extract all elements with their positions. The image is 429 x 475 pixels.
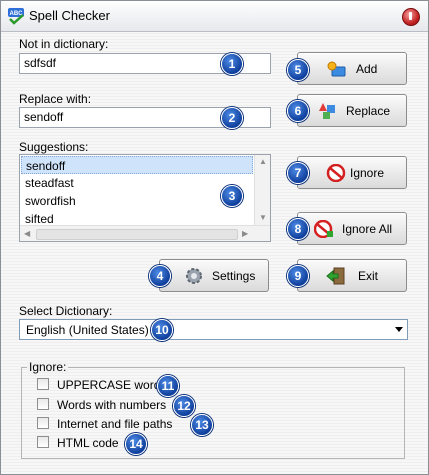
scroll-left-icon[interactable]: ◀ [24, 229, 30, 238]
list-item[interactable]: swordfish [21, 192, 253, 210]
window-title: Spell Checker [29, 8, 110, 23]
ignore-button-label: Ignore [350, 166, 385, 180]
ignore-button[interactable]: Ignore [297, 156, 407, 189]
close-button[interactable] [402, 8, 420, 26]
scroll-down-icon[interactable]: ▼ [259, 213, 267, 222]
uppercase-label: UPPERCASE words [57, 378, 167, 392]
dictionary-select[interactable]: English (United States) [19, 319, 408, 340]
badge-7: 7 [287, 162, 309, 184]
replace-button-label: Replace [346, 104, 391, 118]
ignore-all-icon [314, 220, 333, 238]
paths-label: Internet and file paths [57, 417, 173, 431]
close-icon [409, 12, 412, 20]
title-bar: ABC Spell Checker [1, 1, 428, 32]
settings-button-label: Settings [212, 269, 256, 283]
exit-door-icon [326, 267, 345, 285]
numbers-label: Words with numbers [57, 398, 167, 412]
list-item[interactable]: steadfast [21, 174, 253, 192]
ignore-all-button-label: Ignore All [342, 222, 393, 236]
replace-with-label: Replace with: [19, 92, 92, 106]
ignore-all-button[interactable]: Ignore All [297, 212, 407, 245]
scroll-thumb[interactable] [36, 229, 238, 240]
list-item[interactable]: sendoff [21, 156, 253, 174]
not-in-dictionary-label: Not in dictionary: [19, 37, 109, 51]
badge-8: 8 [287, 218, 309, 240]
badge-5: 5 [287, 59, 309, 81]
badge-4: 4 [149, 265, 171, 287]
dictionary-value: English (United States) [26, 323, 149, 337]
replace-icon [319, 103, 335, 119]
vertical-scrollbar[interactable]: ▲ ▼ [254, 155, 270, 225]
badge-9: 9 [287, 265, 309, 287]
badge-2: 2 [221, 107, 243, 129]
html-code-label: HTML code [57, 436, 119, 450]
suggestions-label: Suggestions: [19, 140, 89, 154]
uppercase-checkbox[interactable] [37, 378, 49, 390]
badge-6: 6 [287, 100, 309, 122]
horizontal-scrollbar[interactable]: ◀ ▶ [20, 225, 270, 241]
exit-button[interactable]: Exit [297, 259, 407, 292]
badge-1: 1 [221, 53, 243, 75]
badge-10: 10 [151, 319, 173, 341]
badge-3: 3 [221, 185, 243, 207]
badge-14: 14 [125, 433, 147, 455]
settings-button[interactable]: Settings [159, 259, 269, 292]
select-dictionary-label: Select Dictionary: [19, 304, 113, 318]
add-button-label: Add [356, 62, 378, 76]
ignore-icon [326, 164, 346, 182]
replace-button[interactable]: Replace [297, 94, 407, 127]
add-word-icon [327, 61, 346, 77]
spell-checker-window: ABC Spell Checker Not in dictionary: sdf… [0, 0, 429, 475]
add-button[interactable]: Add [297, 52, 407, 85]
badge-11: 11 [157, 375, 179, 397]
spell-check-app-icon: ABC [8, 8, 24, 25]
scroll-up-icon[interactable]: ▲ [259, 157, 267, 166]
ignore-group-title: Ignore: [27, 360, 69, 374]
badge-12: 12 [173, 395, 195, 417]
gear-icon [186, 268, 202, 284]
chevron-down-icon[interactable] [395, 327, 403, 332]
numbers-checkbox[interactable] [37, 398, 49, 410]
paths-checkbox[interactable] [37, 417, 49, 429]
exit-button-label: Exit [358, 269, 379, 283]
scroll-right-icon[interactable]: ▶ [242, 229, 248, 238]
html-code-checkbox[interactable] [37, 436, 49, 448]
badge-13: 13 [191, 414, 213, 436]
